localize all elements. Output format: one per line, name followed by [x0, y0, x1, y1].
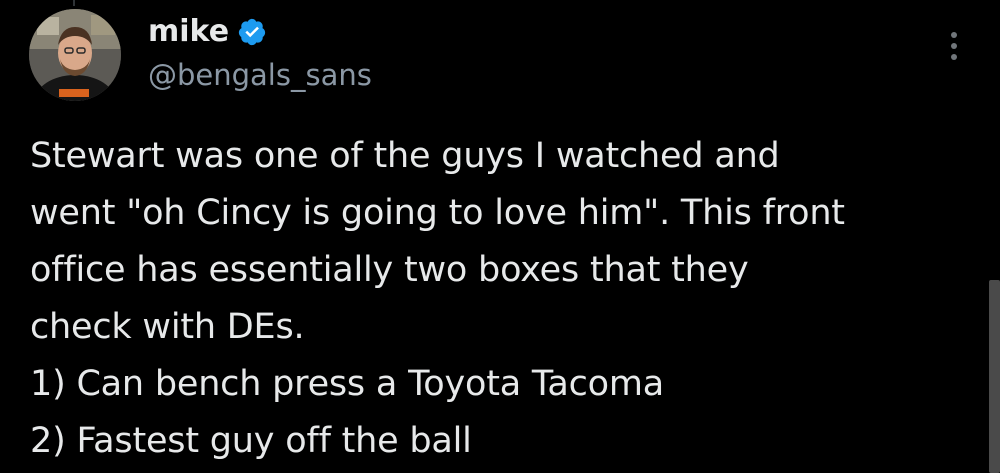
avatar[interactable] [29, 9, 121, 101]
tweet-text-line: 2) Fastest guy off the ball [30, 421, 472, 461]
tweet: mike @bengals_sans Stewart was one of th… [0, 0, 1000, 473]
avatar-image [29, 9, 121, 101]
tweet-text-line: went "oh Cincy is going to love him". Th… [30, 193, 845, 233]
display-name[interactable]: mike [148, 10, 229, 54]
thread-connector-line [73, 0, 75, 6]
more-vertical-icon-dot [951, 54, 957, 60]
more-vertical-icon [951, 32, 957, 38]
more-vertical-icon-dot [951, 43, 957, 49]
tweet-text-line: Stewart was one of the guys I watched an… [30, 136, 780, 176]
more-options-button[interactable] [940, 28, 968, 64]
tweet-text: Stewart was one of the guys I watched an… [30, 128, 970, 470]
tweet-text-line: office has essentially two boxes that th… [30, 250, 749, 290]
tweet-text-line: 1) Can bench press a Toyota Tacoma [30, 364, 664, 404]
tweet-text-line: check with DEs. [30, 307, 305, 347]
verified-badge-icon [237, 17, 267, 47]
scrollbar[interactable] [989, 280, 1000, 473]
author-name-row: mike [148, 10, 267, 54]
author-handle[interactable]: @bengals_sans [148, 55, 372, 95]
